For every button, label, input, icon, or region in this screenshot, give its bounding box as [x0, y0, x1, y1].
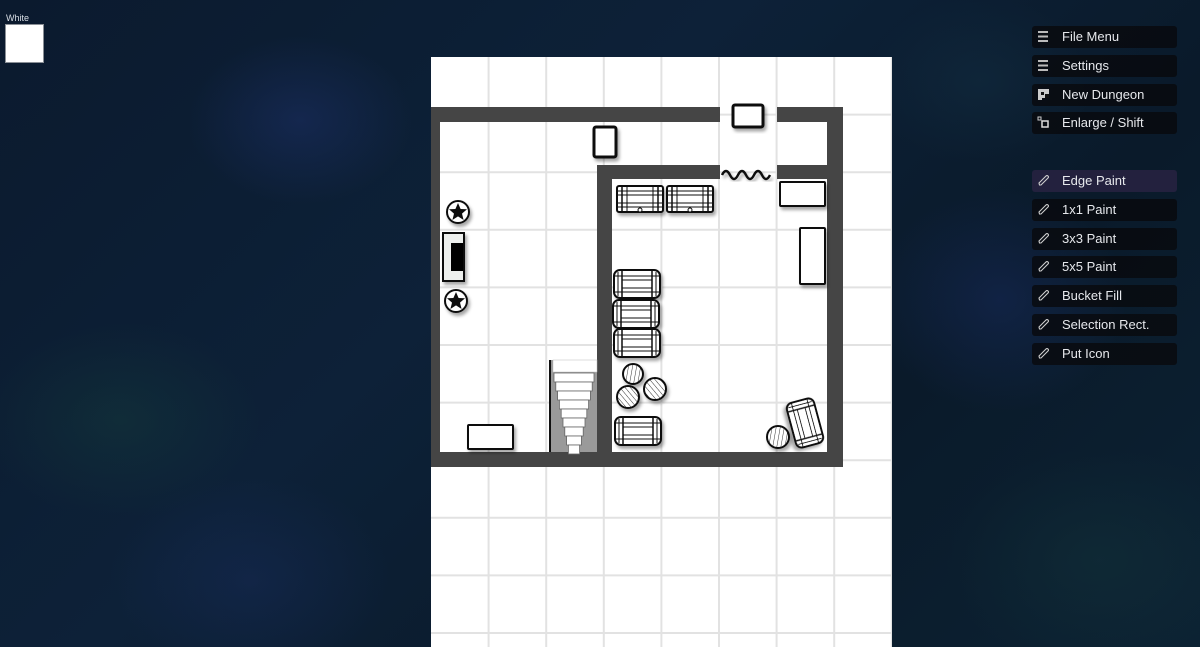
tool-selection-rect[interactable]: Selection Rect.: [1032, 313, 1177, 336]
stair-step: [558, 399, 589, 410]
tool-edge-paint[interactable]: Edge Paint: [1032, 170, 1177, 192]
pencil-icon: [1038, 290, 1050, 301]
map-drawing[interactable]: [431, 57, 892, 647]
barrel-upright[interactable]: [643, 377, 667, 401]
door-top[interactable]: [731, 103, 765, 129]
stair-step: [560, 408, 588, 419]
statue-star[interactable]: [444, 289, 468, 313]
tool-label: Selection Rect.: [1062, 316, 1150, 332]
pencil-icon: [1038, 174, 1050, 186]
stair-step: [566, 435, 582, 446]
settings-label: Settings: [1062, 57, 1109, 73]
stair-step: [555, 381, 593, 392]
barrel-horizontal[interactable]: [612, 299, 660, 329]
wall-bottom: [431, 452, 843, 467]
hamburger-icon: [1038, 59, 1048, 71]
barrel-upright[interactable]: [622, 363, 644, 385]
wall-inner-vertical: [597, 165, 612, 467]
tool-label: Edge Paint: [1062, 173, 1126, 188]
settings-button[interactable]: Settings: [1032, 54, 1177, 77]
barrel-horizontal[interactable]: [613, 328, 661, 358]
altar[interactable]: [442, 232, 465, 282]
barrel-upright[interactable]: [766, 425, 790, 449]
tool-label: 5x5 Paint: [1062, 259, 1117, 275]
tool-label: Bucket Fill: [1062, 288, 1122, 304]
stair-step: [562, 417, 586, 428]
color-swatch-label: White: [6, 13, 30, 23]
chest[interactable]: [616, 185, 664, 213]
stair-step: [567, 444, 580, 455]
pencil-icon: [1038, 232, 1050, 244]
new-dungeon-button[interactable]: New Dungeon: [1032, 83, 1177, 106]
barrel-horizontal[interactable]: [614, 416, 662, 446]
file-menu-button[interactable]: File Menu: [1032, 26, 1177, 48]
pencil-icon: [1038, 347, 1050, 359]
door-left-room[interactable]: [592, 125, 618, 159]
tool-label: Put Icon: [1062, 345, 1110, 361]
wall-inner-horizontal-left: [597, 165, 720, 179]
wall-left: [431, 107, 440, 467]
tool-bucket-fill[interactable]: Bucket Fill: [1032, 285, 1177, 308]
pencil-icon: [1038, 318, 1050, 330]
wall-right: [827, 107, 843, 467]
tool-1x1-paint[interactable]: 1x1 Paint: [1032, 198, 1177, 221]
tool-menu: Edge Paint 1x1 Paint 3x3 Paint 5x5 Paint Buc…: [1032, 170, 1177, 372]
tool-label: 3x3 Paint: [1062, 230, 1117, 246]
enlarge-shift-button[interactable]: Enlarge / Shift: [1032, 112, 1177, 135]
pencil-icon: [1038, 203, 1050, 215]
dungeon-map-canvas[interactable]: [431, 57, 892, 647]
wall-top-left: [431, 107, 720, 122]
chest[interactable]: [666, 185, 714, 213]
pencil-icon: [1038, 261, 1050, 272]
tool-put-icon[interactable]: Put Icon: [1032, 342, 1177, 365]
enlarge-shift-label: Enlarge / Shift: [1062, 115, 1144, 131]
stair-step: [564, 426, 584, 437]
hamburger-icon: [1038, 31, 1048, 42]
color-swatch[interactable]: [5, 24, 44, 63]
new-dungeon-label: New Dungeon: [1062, 86, 1145, 102]
top-menu: File Menu Settings New Dungeon Enlarge /…: [1032, 26, 1177, 141]
barrel-tilted[interactable]: [784, 396, 826, 450]
bed[interactable]: [799, 227, 826, 285]
tool-3x3-paint[interactable]: 3x3 Paint: [1032, 227, 1177, 250]
enlarge-icon: [1037, 116, 1049, 129]
map-grid: [431, 57, 892, 647]
new-dungeon-icon: [1038, 88, 1049, 100]
barrel-upright[interactable]: [616, 385, 640, 409]
tool-label: 1x1 Paint: [1062, 201, 1117, 217]
stairs-down[interactable]: [549, 359, 598, 455]
wall-inner-horizontal-right: [777, 165, 843, 179]
tool-5x5-paint[interactable]: 5x5 Paint: [1032, 256, 1177, 279]
stair-step: [557, 390, 591, 401]
statue-star[interactable]: [446, 200, 470, 224]
file-menu-label: File Menu: [1062, 29, 1120, 44]
table[interactable]: [467, 424, 514, 450]
barrel-horizontal[interactable]: [613, 269, 661, 299]
stair-step: [553, 372, 595, 383]
crate[interactable]: [779, 181, 826, 207]
